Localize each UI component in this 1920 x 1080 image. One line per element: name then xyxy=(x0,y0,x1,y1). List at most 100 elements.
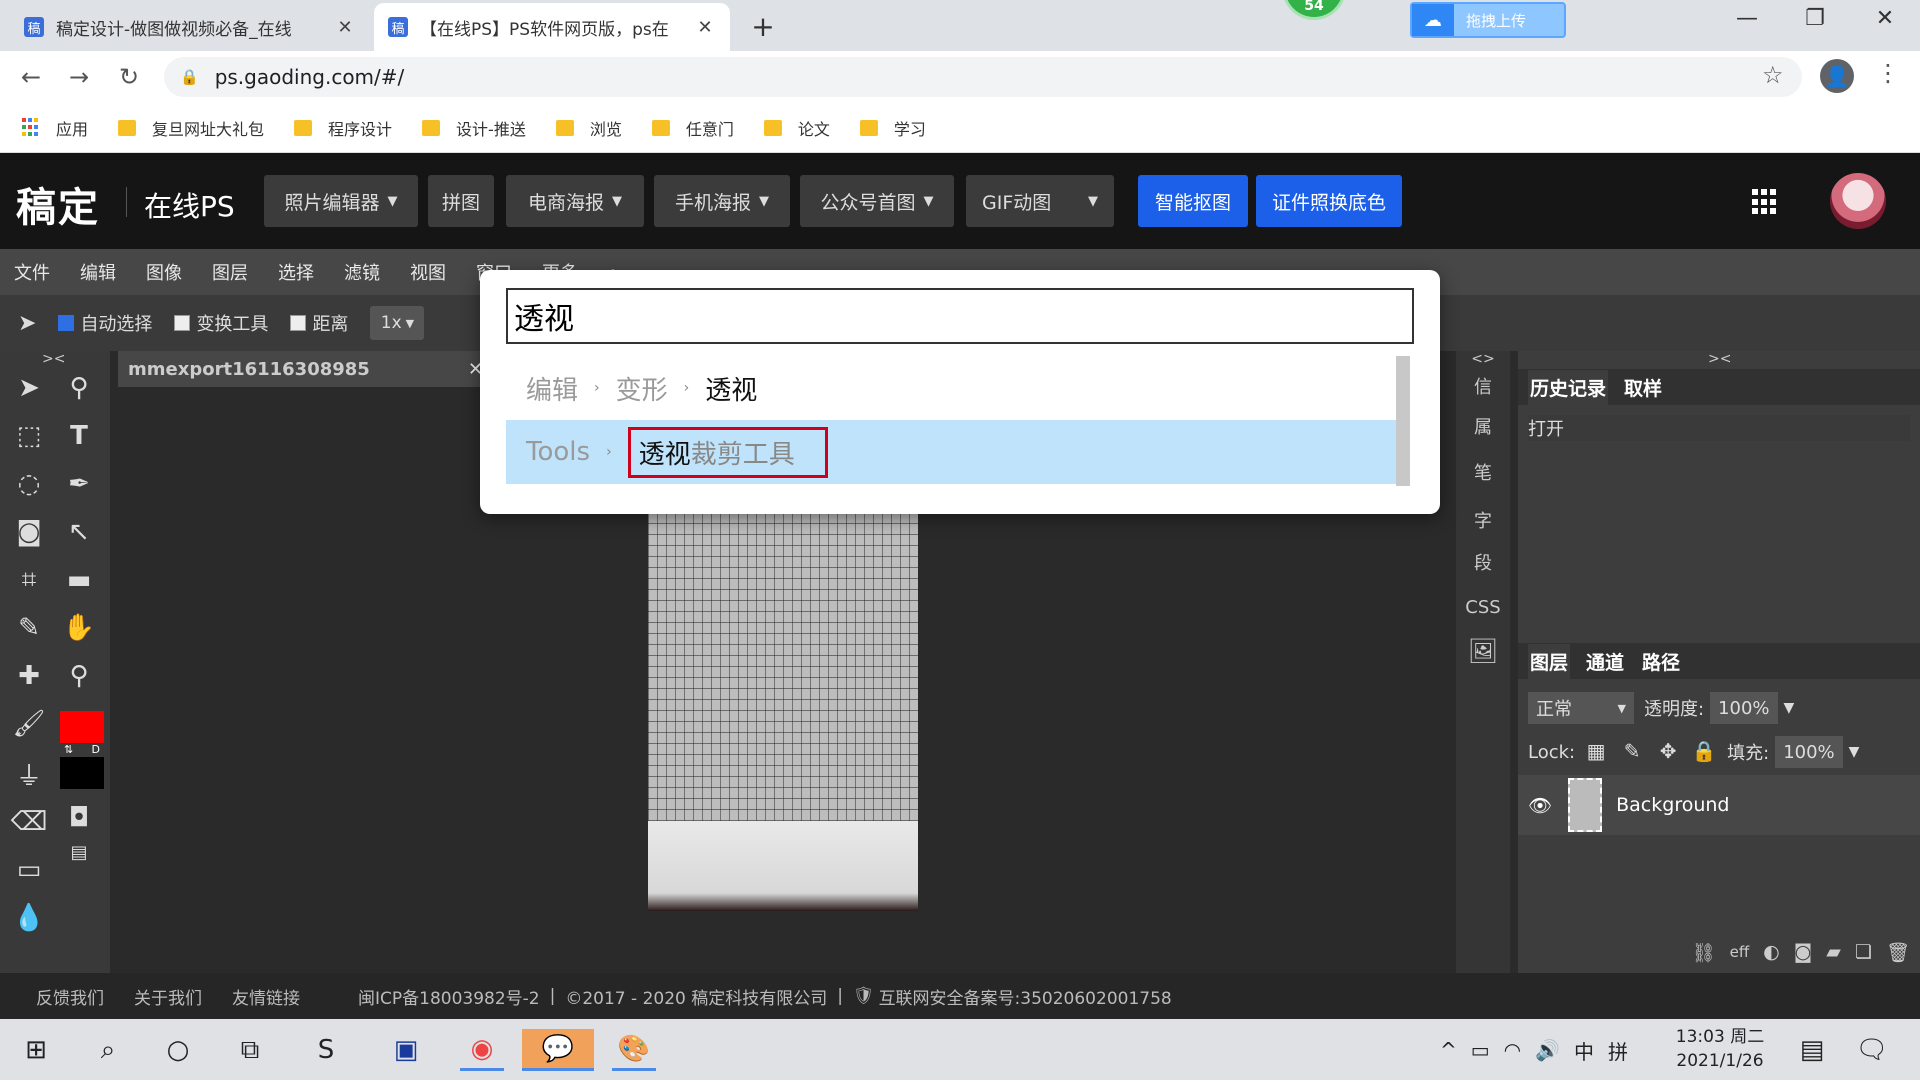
ime-indicator[interactable]: 中 xyxy=(1574,1036,1594,1065)
tab-history[interactable]: 历史记录 xyxy=(1528,369,1609,405)
search-result-selected[interactable]: Tools › 透视裁剪工具 xyxy=(506,420,1396,484)
drag-upload-button[interactable]: ☁ 拖拽上传 xyxy=(1410,2,1566,38)
battery-icon[interactable]: ▭ xyxy=(1471,1038,1490,1062)
apps-grid-icon[interactable] xyxy=(1752,189,1778,215)
distance-checkbox[interactable]: 距离 xyxy=(290,310,348,336)
notification-app-icon[interactable]: ▤ xyxy=(1790,1029,1834,1071)
fill-input[interactable]: 100% xyxy=(1775,736,1843,768)
group-folder-icon[interactable]: ▰ xyxy=(1826,941,1841,963)
command-search-input[interactable] xyxy=(506,288,1414,344)
background-color-swatch[interactable] xyxy=(60,757,104,789)
zoom-select[interactable]: 1x ▼ xyxy=(370,306,425,340)
footer-feedback-link[interactable]: 反馈我们 xyxy=(36,984,104,1009)
strip-brush[interactable]: 笔 xyxy=(1456,459,1510,485)
opacity-input[interactable]: 100% xyxy=(1710,692,1778,724)
transform-tool-checkbox[interactable]: 变换工具 xyxy=(174,310,268,336)
lock-all-icon[interactable]: 🔒 xyxy=(1691,739,1717,765)
floating-badge[interactable]: 54 xyxy=(1282,0,1346,20)
path-select-icon[interactable]: ↖ xyxy=(58,511,100,553)
adjustment-icon[interactable]: ◐ xyxy=(1763,941,1780,963)
nav-ecommerce-poster[interactable]: 电商海报 ▼ xyxy=(506,175,644,227)
strip-paragraph[interactable]: 段 xyxy=(1456,549,1510,575)
blend-mode-select[interactable]: 正常 ▼ xyxy=(1528,692,1634,724)
image-icon[interactable]: 🖼 xyxy=(1456,637,1510,665)
volume-icon[interactable]: 🔊 xyxy=(1535,1038,1560,1062)
foreground-color-swatch[interactable] xyxy=(60,711,104,743)
pen-tool-icon[interactable]: ✒ xyxy=(58,463,100,505)
new-tab-button[interactable]: + xyxy=(748,10,778,43)
footer-about-link[interactable]: 关于我们 xyxy=(134,984,202,1009)
windows-start-icon[interactable]: ⊞ xyxy=(14,1029,58,1071)
taskbar-clock[interactable]: 13:03 周二 2021/1/26 xyxy=(1664,1025,1776,1073)
more-vert-icon[interactable]: ⋮ xyxy=(1876,59,1900,87)
strip-info[interactable]: 信 xyxy=(1456,373,1510,399)
tab-layers[interactable]: 图层 xyxy=(1528,643,1571,679)
chevron-up-icon[interactable]: ^ xyxy=(1440,1038,1457,1062)
crop-tool-icon[interactable]: ⌗ xyxy=(8,559,50,601)
close-icon[interactable]: ✕ xyxy=(334,17,356,38)
tab-sampling[interactable]: 取样 xyxy=(1622,370,1664,405)
id-photo-bg-button[interactable]: 证件照换底色 xyxy=(1256,175,1402,227)
back-arrow-icon[interactable]: ← xyxy=(14,63,48,91)
menu-filter[interactable]: 滤镜 xyxy=(344,259,380,285)
link-icon[interactable]: ⛓ xyxy=(1691,941,1715,964)
tab-channels[interactable]: 通道 xyxy=(1584,644,1626,679)
chrome-icon[interactable]: ◉ xyxy=(460,1029,504,1071)
ime-layout-indicator[interactable]: 拼 xyxy=(1608,1036,1628,1065)
brush-tool-icon[interactable]: 🖌 xyxy=(8,703,50,745)
menu-edit[interactable]: 编辑 xyxy=(80,259,116,285)
eyedropper-icon[interactable]: ✎ xyxy=(8,607,50,649)
blur-tool-icon[interactable]: 💧 xyxy=(8,897,50,939)
list-item[interactable]: 打开 xyxy=(1528,415,1910,441)
mask-icon[interactable]: ◙ xyxy=(1794,941,1812,963)
minimize-icon[interactable]: — xyxy=(1724,6,1770,31)
menu-layer[interactable]: 图层 xyxy=(212,259,248,285)
strip-character[interactable]: 字 xyxy=(1456,507,1510,533)
nav-gif[interactable]: GIF动图 ▼ xyxy=(966,175,1114,227)
healing-brush-icon[interactable]: ✚ xyxy=(8,655,50,697)
nav-photo-editor[interactable]: 照片编辑器 ▼ xyxy=(264,175,418,227)
strip-css[interactable]: CSS xyxy=(1456,597,1510,618)
address-bar[interactable]: 🔒 ps.gaoding.com/#/ xyxy=(164,57,1802,97)
nav-mobile-poster[interactable]: 手机海报 ▼ xyxy=(654,175,790,227)
browser-tab-gaoding-design[interactable]: 稿 稿定设计-做图做视频必备_在线 ✕ xyxy=(10,3,370,51)
checkbox-checked[interactable] xyxy=(58,315,75,331)
move-tool-icon[interactable]: ➤ xyxy=(8,367,50,409)
bookmark-folder[interactable]: 浏览 xyxy=(555,116,622,140)
paint-icon[interactable]: 🎨 xyxy=(612,1029,656,1071)
nav-wechat-cover[interactable]: 公众号首图 ▼ xyxy=(800,175,954,227)
wifi-icon[interactable]: ◠ xyxy=(1504,1038,1521,1062)
screen-mode-icon[interactable]: ▤ xyxy=(58,831,100,873)
close-icon[interactable]: ✕ xyxy=(694,17,716,38)
smart-cutout-button[interactable]: 智能抠图 xyxy=(1138,175,1248,227)
collapse-icon[interactable]: >< xyxy=(1708,351,1731,367)
stamp-tool-icon[interactable]: ⏚ xyxy=(8,753,50,795)
bookmark-folder[interactable]: 程序设计 xyxy=(294,116,392,140)
menu-file[interactable]: 文件 xyxy=(14,259,50,285)
swap-icon[interactable]: ⇅ xyxy=(64,743,73,757)
menu-image[interactable]: 图像 xyxy=(146,259,182,285)
layer-row[interactable]: 👁 Background xyxy=(1518,775,1920,835)
caret-down-icon[interactable]: ▼ xyxy=(1849,744,1860,760)
document-tab[interactable]: mmexport16116308985 ✕ xyxy=(118,351,508,387)
lock-paint-icon[interactable]: ✎ xyxy=(1619,739,1645,765)
eye-visibility-icon[interactable]: 👁 xyxy=(1528,794,1552,817)
cortana-icon[interactable]: ○ xyxy=(156,1029,200,1071)
eraser-tool-icon[interactable]: ⌫ xyxy=(8,801,50,843)
trash-icon[interactable]: 🗑 xyxy=(1886,941,1910,964)
bookmark-apps[interactable]: 应用 xyxy=(22,116,88,140)
tab-paths[interactable]: 路径 xyxy=(1640,644,1682,679)
bookmark-folder[interactable]: 设计-推送 xyxy=(422,116,526,140)
window-close-icon[interactable]: ✕ xyxy=(1862,6,1908,31)
user-avatar[interactable] xyxy=(1830,173,1886,229)
footer-icp[interactable]: 闽ICP备18003982号-2 xyxy=(358,984,540,1009)
devcpp-icon[interactable]: ▣ xyxy=(384,1029,428,1071)
strip-properties[interactable]: 属 xyxy=(1456,413,1510,439)
hand-tool-icon[interactable]: ✋ xyxy=(58,607,100,649)
lock-transparency-icon[interactable]: ▦ xyxy=(1583,739,1609,765)
default-colors-icon[interactable]: D xyxy=(92,743,100,757)
swap-default-colors[interactable]: ⇅ D xyxy=(60,743,104,757)
magic-wand-icon[interactable]: ⚲ xyxy=(58,367,100,409)
auto-select-checkbox[interactable]: 自动选择 xyxy=(58,310,152,336)
text-tool-icon[interactable]: T xyxy=(58,415,100,457)
